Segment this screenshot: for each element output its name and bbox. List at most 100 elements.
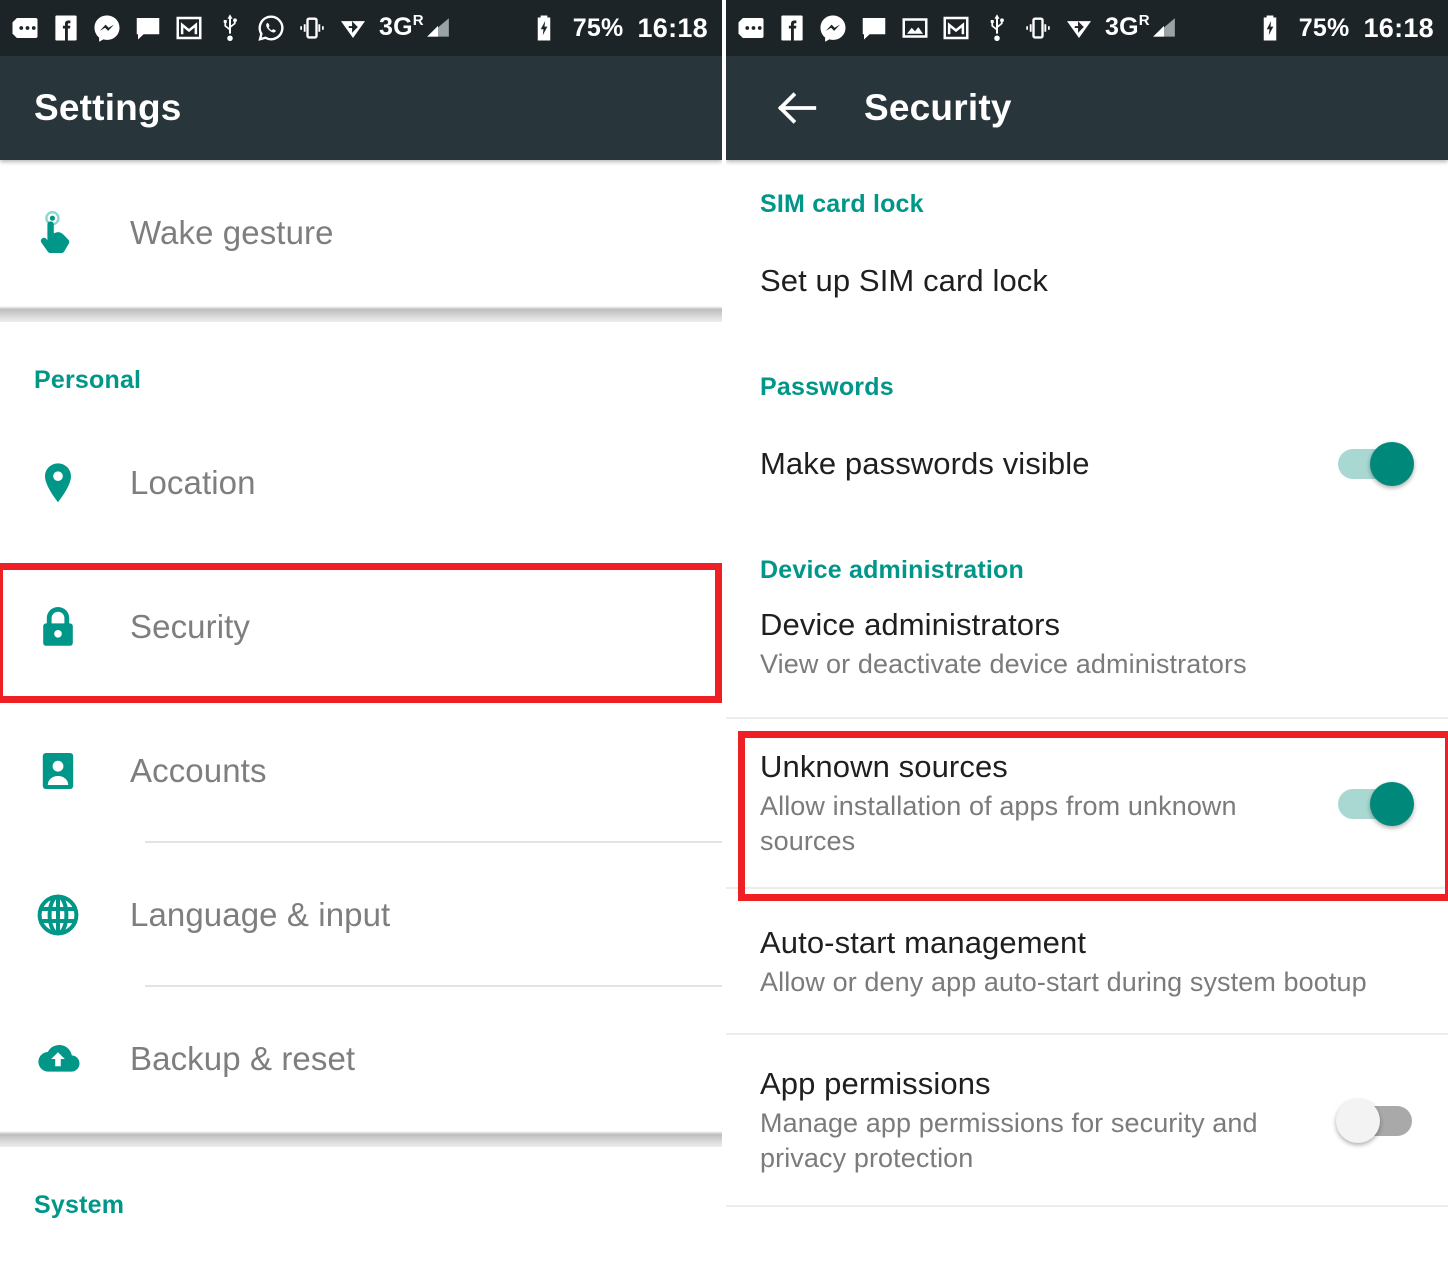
signal-3g-icon: 3G R: [379, 12, 451, 43]
signal-3g-icon: 3G R: [1105, 12, 1177, 43]
status-bar-right: 3G R 75% 16:18: [726, 0, 1448, 56]
sidebar-item-accounts[interactable]: Accounts: [0, 699, 722, 843]
data-saver-icon: [1067, 21, 1091, 38]
list-item-title: Auto-start management: [760, 924, 1087, 960]
list-item-texts: Auto-start management Allow or deny app …: [760, 925, 1414, 1000]
network-type-label: 3G: [379, 13, 413, 41]
list-item-unknown-sources[interactable]: Unknown sources Allow installation of ap…: [726, 719, 1448, 889]
status-right-cluster: 75% 16:18: [529, 13, 708, 44]
globe-icon: [37, 894, 79, 936]
list-item-texts: Make passwords visible: [760, 446, 1314, 482]
roaming-indicator: R: [412, 12, 424, 29]
signal-bars-icon: [1152, 18, 1175, 37]
section-header-sim-card-lock: SIM card lock: [760, 190, 924, 218]
back-arrow-icon[interactable]: [774, 85, 820, 131]
messenger-icon: [820, 15, 846, 42]
toggle-thumb: [1336, 1099, 1380, 1143]
clock-label: 16:18: [637, 12, 708, 43]
settings-screen: 3G R 75% 16:18 Settings Wake gesture Per…: [0, 0, 722, 1280]
list-item-texts: Unknown sources Allow installation of ap…: [760, 749, 1314, 858]
whatsapp-icon: [258, 15, 284, 41]
security-screen: 3G R 75% 16:18 Security SIM card lock Se…: [726, 0, 1448, 1280]
section-header-passwords-wrap: Passwords: [726, 343, 1448, 402]
list-item-subtitle: Allow or deny app auto-start during syst…: [760, 966, 1367, 997]
section-header-system-wrap: System: [0, 1147, 722, 1220]
list-item-texts: Device administrators View or deactivate…: [760, 607, 1414, 682]
security-app-bar: Security: [726, 56, 1448, 160]
list-item-set-up-sim-card-lock[interactable]: Set up SIM card lock: [726, 219, 1448, 343]
sidebar-item-backup-reset[interactable]: Backup & reset: [0, 987, 722, 1131]
status-right-cluster: 75% 16:18: [1255, 13, 1434, 44]
sidebar-item-label: Location: [130, 464, 256, 501]
roaming-indicator: R: [1138, 12, 1150, 29]
page-title: Security: [864, 87, 1012, 128]
section-header-sim-wrap: SIM card lock: [726, 160, 1448, 219]
list-item-auto-start-management[interactable]: Auto-start management Allow or deny app …: [726, 889, 1448, 1035]
sidebar-item-location[interactable]: Location: [0, 411, 722, 555]
status-bar-left: 3G R 75% 16:18: [0, 0, 722, 56]
toggle-unknown-sources[interactable]: [1336, 780, 1414, 828]
section-header-passwords: Passwords: [760, 373, 894, 401]
section-separator-band: [0, 306, 722, 322]
gmail-icon: [176, 16, 202, 40]
list-item-subtitle: View or deactivate device administrators: [760, 649, 1247, 679]
cloud-upload-icon: [38, 1044, 80, 1072]
tap-gesture-icon: [40, 210, 70, 253]
list-item-device-administrators[interactable]: Device administrators View or deactivate…: [726, 585, 1448, 719]
page-title: Settings: [34, 87, 182, 128]
section-header-device-admin-wrap: Device administration: [726, 526, 1448, 585]
section-header-system: System: [34, 1191, 125, 1219]
signal-bars-icon: [426, 18, 449, 37]
sidebar-item-language-input[interactable]: Language & input: [0, 843, 722, 987]
account-icon: [42, 753, 74, 789]
list-item-title: Unknown sources: [760, 749, 1008, 785]
gmail-icon: [943, 16, 969, 40]
list-item-subtitle: Allow installation of apps from unknown …: [760, 791, 1237, 856]
status-notification-icons: 3G R: [10, 12, 529, 43]
sidebar-item-wake-gesture[interactable]: Wake gesture: [0, 160, 722, 306]
clock-label: 16:18: [1363, 12, 1434, 43]
screenshot-pair: 3G R 75% 16:18 Settings Wake gesture Per…: [0, 0, 1448, 1280]
toggle-app-permissions[interactable]: [1336, 1097, 1414, 1145]
usb-icon: [990, 14, 1004, 41]
list-divider: [726, 1205, 1448, 1207]
more-messages-icon: [12, 18, 38, 38]
list-item-texts: App permissions Manage app permissions f…: [760, 1066, 1314, 1175]
battery-charging-icon: [537, 15, 551, 41]
data-saver-icon: [341, 21, 365, 38]
facebook-icon: [781, 15, 803, 41]
more-messages-icon: [738, 18, 764, 38]
list-item-make-passwords-visible[interactable]: Make passwords visible: [726, 402, 1448, 526]
sidebar-item-label: Wake gesture: [130, 214, 334, 251]
status-notification-icons: 3G R: [736, 12, 1255, 43]
sidebar-item-label: Accounts: [130, 752, 267, 789]
usb-icon: [223, 14, 237, 41]
battery-percent-label: 75%: [1298, 13, 1350, 42]
list-item-title: Set up SIM card lock: [760, 263, 1049, 298]
list-item-title: Make passwords visible: [760, 446, 1090, 481]
photo-icon: [902, 18, 928, 38]
section-header-device-administration: Device administration: [760, 556, 1025, 584]
settings-app-bar: Settings: [0, 56, 722, 160]
network-type-label: 3G: [1105, 13, 1139, 41]
location-pin-icon: [45, 463, 71, 503]
list-item-title: Device administrators: [760, 607, 1061, 642]
sidebar-item-label: Security: [130, 608, 251, 645]
sidebar-item-label: Language & input: [130, 896, 391, 933]
toggle-thumb: [1370, 782, 1414, 826]
section-separator-band-2: [0, 1131, 722, 1147]
toggle-thumb: [1370, 442, 1414, 486]
sidebar-item-security[interactable]: Security: [0, 555, 722, 699]
lock-icon: [43, 607, 73, 646]
facebook-icon: [55, 15, 77, 41]
battery-charging-icon: [1263, 15, 1277, 41]
list-item-texts: Set up SIM card lock: [760, 263, 1414, 299]
list-item-subtitle: Manage app permissions for security and …: [760, 1108, 1258, 1173]
battery-percent-label: 75%: [572, 13, 624, 42]
sms-chat-icon: [136, 18, 160, 40]
security-list: SIM card lock Set up SIM card lock Passw…: [726, 160, 1448, 1280]
sms-chat-icon: [862, 18, 886, 40]
toggle-make-passwords-visible[interactable]: [1336, 440, 1414, 488]
list-item-app-permissions[interactable]: App permissions Manage app permissions f…: [726, 1035, 1448, 1207]
sidebar-item-label: Backup & reset: [130, 1040, 356, 1077]
